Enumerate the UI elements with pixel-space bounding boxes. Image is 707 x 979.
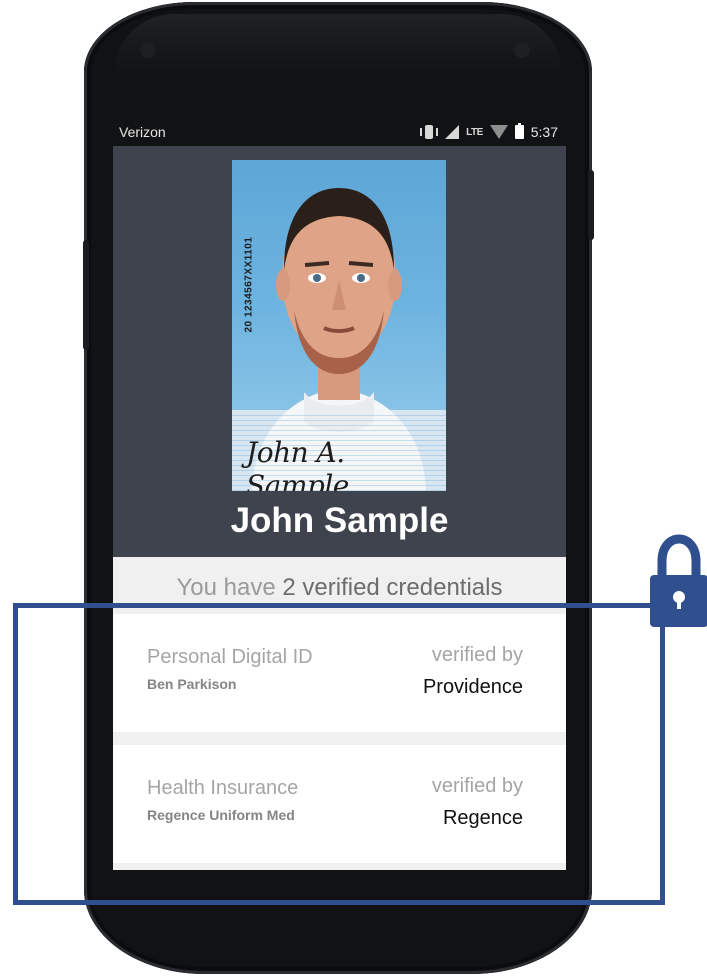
clock: 5:37: [530, 124, 558, 140]
sensor-dot: [140, 42, 156, 58]
carrier-label: Verizon: [119, 124, 166, 140]
summary-count: 2 verified credentials: [282, 574, 503, 601]
volume-button: [83, 240, 89, 350]
profile-header: 20 1234567XX1101 John A. Sample John Sam…: [113, 146, 566, 557]
signal-icon: [445, 125, 460, 139]
vibrate-icon: [420, 125, 439, 139]
summary-prefix: You have: [176, 574, 283, 601]
wifi-icon: [489, 125, 508, 139]
status-bar: Verizon LTE 5:37: [113, 118, 566, 146]
phone-top-bezel: [114, 14, 562, 74]
network-label: LTE: [466, 126, 483, 138]
credentials-summary: You have 2 verified credentials: [113, 557, 566, 605]
credentials-highlight-box: [13, 603, 665, 905]
camera-dot: [514, 42, 530, 58]
id-photo: 20 1234567XX1101 John A. Sample: [232, 160, 446, 491]
photo-signature: John A. Sample: [246, 436, 349, 491]
photo-serial-number: 20 1234567XX1101: [243, 236, 255, 333]
status-icons: LTE 5:37: [420, 122, 558, 142]
holder-name: John Sample: [230, 501, 449, 540]
battery-icon: [514, 123, 524, 139]
power-button: [588, 170, 594, 240]
lock-icon: [650, 534, 707, 627]
